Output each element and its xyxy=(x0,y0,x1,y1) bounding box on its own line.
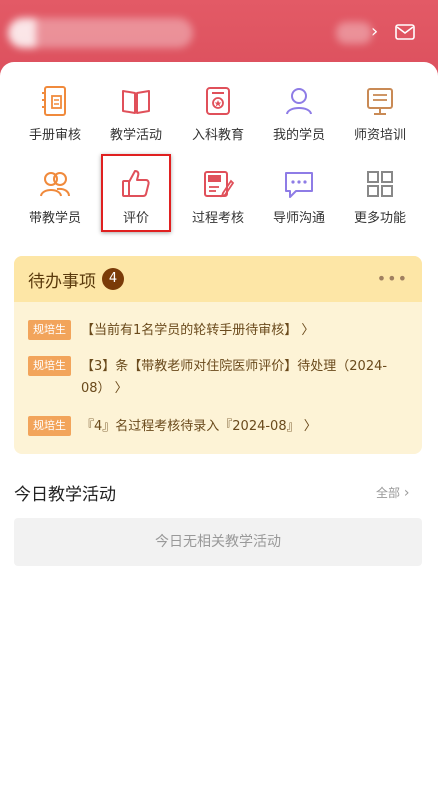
trainee-tag: 规培生 xyxy=(28,356,71,376)
todo-item[interactable]: 规培生 【3】条【带教老师对住院医师评价】待处理（2024-08） 〉 xyxy=(28,356,408,400)
user-icon xyxy=(286,88,312,115)
grid-item-more-features[interactable]: 更多功能 xyxy=(340,167,420,226)
chat-icon xyxy=(285,172,313,198)
trainee-tag: 规培生 xyxy=(28,416,71,436)
handbook-icon xyxy=(42,86,66,116)
grid-icon xyxy=(367,171,393,197)
mail-icon[interactable] xyxy=(395,24,415,40)
grid-item-process-assessment[interactable]: 过程考核 xyxy=(178,167,258,226)
view-all-label: 全部 xyxy=(376,486,401,500)
grid-label: 更多功能 xyxy=(353,211,406,226)
group-icon xyxy=(40,172,70,197)
todo-panel: 待办事项 4 ••• 规培生 【当前有1名学员的轮转手册待审核】 〉 规培生 【… xyxy=(14,256,422,454)
book-icon xyxy=(122,90,150,114)
chevron-right-icon: › xyxy=(403,485,410,501)
grid-label: 过程考核 xyxy=(191,211,244,226)
todo-title: 待办事项 xyxy=(28,271,96,292)
badge-icon xyxy=(206,87,230,115)
todo-header: 待办事项 4 xyxy=(14,256,422,302)
grid-label: 师资培训 xyxy=(353,128,406,143)
grid-item-handbook-review[interactable]: 手册审核 xyxy=(15,84,95,143)
todo-count-badge: 4 xyxy=(102,268,124,290)
certificate-icon xyxy=(367,88,393,115)
review-edit-icon xyxy=(204,171,235,198)
todo-item[interactable]: 规培生 【当前有1名学员的轮转手册待审核】 〉 xyxy=(28,320,408,342)
grid-label: 教学活动 xyxy=(109,128,162,143)
more-icon[interactable]: ••• xyxy=(377,269,408,288)
trainee-tag: 规培生 xyxy=(28,320,71,340)
todo-item-text: 『4』名过程考核待录入『2024-08』 〉 xyxy=(81,419,317,434)
chevron-right-icon[interactable]: › xyxy=(371,23,378,41)
grid-item-department-orientation[interactable]: 入科教育 xyxy=(178,84,258,143)
grid-label: 带教学员 xyxy=(28,211,81,226)
todo-item[interactable]: 规培生 『4』名过程考核待录入『2024-08』 〉 xyxy=(28,416,408,438)
selection-highlight xyxy=(101,154,171,232)
grid-label: 入科教育 xyxy=(191,128,244,143)
view-all-link[interactable]: 全部 › xyxy=(376,484,409,501)
grid-item-mentored-students[interactable]: 带教学员 xyxy=(15,167,95,226)
today-activities-title: 今日教学活动 xyxy=(14,485,116,505)
grid-label: 我的学员 xyxy=(272,128,325,143)
todo-item-text: 【3】条【带教老师对住院医师评价】待处理（2024-08） 〉 xyxy=(81,359,388,396)
grid-item-teaching-activities[interactable]: 教学活动 xyxy=(96,84,176,143)
grid-item-mentor-communication[interactable]: 导师沟通 xyxy=(259,167,339,226)
grid-label: 导师沟通 xyxy=(272,211,325,226)
grid-item-my-students[interactable]: 我的学员 xyxy=(259,84,339,143)
empty-state: 今日无相关教学活动 xyxy=(14,518,422,566)
grid-label: 手册审核 xyxy=(28,128,81,143)
blurred-text xyxy=(336,22,372,44)
grid-item-faculty-training[interactable]: 师资培训 xyxy=(340,84,420,143)
user-info-blurred[interactable] xyxy=(8,18,193,48)
todo-item-text: 【当前有1名学员的轮转手册待审核】 〉 xyxy=(81,323,315,338)
